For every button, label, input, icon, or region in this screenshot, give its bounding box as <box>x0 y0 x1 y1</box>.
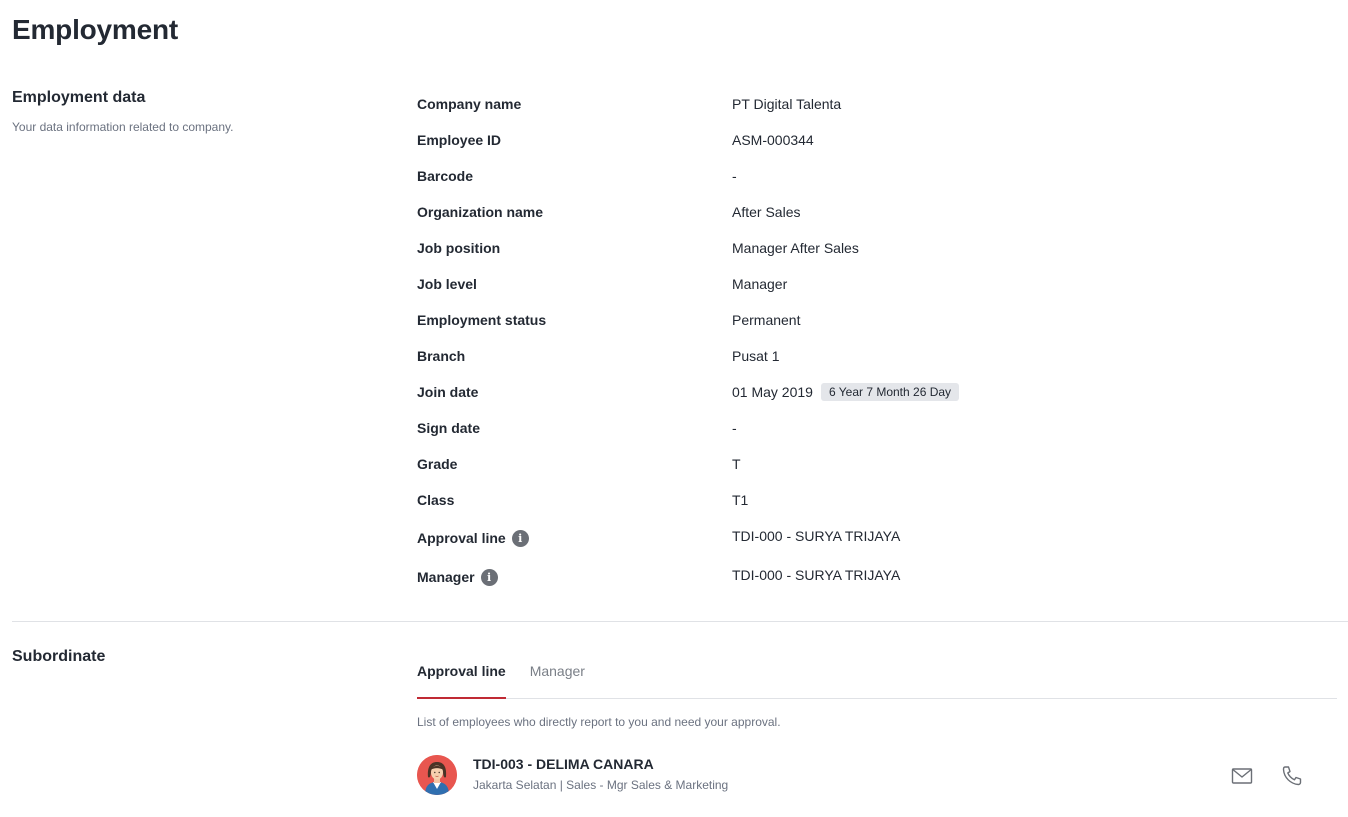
field-value: PT Digital Talenta <box>732 96 842 112</box>
field-label: Employment status <box>417 312 547 328</box>
field-organization-name: Organization name After Sales <box>417 200 1117 224</box>
field-employee-id: Employee ID ASM-000344 <box>417 128 1117 152</box>
field-label: Job position <box>417 240 501 256</box>
phone-icon[interactable] <box>1280 764 1304 788</box>
field-label: Company name <box>417 96 522 112</box>
field-value: Manager After Sales <box>732 240 859 256</box>
field-value: T1 <box>732 492 749 508</box>
field-label: Barcode <box>417 168 474 184</box>
field-employment-status: Employment status Permanent <box>417 308 1117 332</box>
field-value: TDI-000 - SURYA TRIJAYA <box>732 528 901 544</box>
field-label: Branch <box>417 348 466 364</box>
field-label-wrapper: Manager i <box>417 568 732 586</box>
info-icon[interactable]: i <box>480 568 498 586</box>
field-job-position: Job position Manager After Sales <box>417 236 1117 260</box>
field-branch: Branch Pusat 1 <box>417 344 1117 368</box>
subordinate-description: List of employees who directly report to… <box>417 715 781 729</box>
mail-icon[interactable] <box>1230 764 1254 788</box>
page-title: Employment <box>12 14 179 45</box>
field-label: Grade <box>417 456 458 472</box>
field-value-wrapper: 01 May 2019 6 Year 7 Month 26 Day <box>732 383 960 401</box>
field-sign-date: Sign date - <box>417 416 1117 440</box>
field-value: - <box>732 168 737 184</box>
field-label: Manager <box>417 569 475 585</box>
subordinate-tabs: Approval line Manager <box>417 658 1337 699</box>
field-value: - <box>732 420 737 436</box>
field-value: T <box>732 456 741 472</box>
tab-approval-line[interactable]: Approval line <box>417 658 506 699</box>
field-class: Class T1 <box>417 488 1117 512</box>
tab-manager[interactable]: Manager <box>530 658 585 698</box>
info-icon[interactable]: i <box>511 529 529 547</box>
tenure-badge: 6 Year 7 Month 26 Day <box>820 383 960 401</box>
field-barcode: Barcode - <box>417 164 1117 188</box>
field-job-level: Job level Manager <box>417 272 1117 296</box>
field-value: Permanent <box>732 312 801 328</box>
employment-section-description: Your data information related to company… <box>12 120 234 134</box>
section-divider <box>12 621 1348 622</box>
field-label: Employee ID <box>417 132 502 148</box>
field-label: Join date <box>417 384 479 400</box>
field-approval-line: Approval line i TDI-000 - SURYA TRIJAYA <box>417 526 1117 550</box>
subordinate-section-title: Subordinate <box>12 648 106 665</box>
join-date-value: 01 May 2019 <box>732 384 813 400</box>
field-company-name: Company name PT Digital Talenta <box>417 92 1117 116</box>
field-grade: Grade T <box>417 452 1117 476</box>
field-label: Class <box>417 492 455 508</box>
field-value: Pusat 1 <box>732 348 780 364</box>
field-label: Job level <box>417 276 477 292</box>
employment-section-title: Employment data <box>12 89 146 106</box>
field-value: ASM-000344 <box>732 132 814 148</box>
list-item[interactable]: TDI-003 - DELIMA CANARA Jakarta Selatan … <box>417 754 1317 798</box>
employee-name[interactable]: TDI-003 - DELIMA CANARA <box>473 756 654 772</box>
field-value: TDI-000 - SURYA TRIJAYA <box>732 567 901 583</box>
avatar-female-icon <box>417 755 457 795</box>
field-manager: Manager i TDI-000 - SURYA TRIJAYA <box>417 565 1117 589</box>
employee-meta: Jakarta Selatan | Sales - Mgr Sales & Ma… <box>473 778 729 792</box>
field-label-wrapper: Approval line i <box>417 529 732 547</box>
field-value: Manager <box>732 276 788 292</box>
field-label: Sign date <box>417 420 481 436</box>
field-label: Approval line <box>417 530 506 546</box>
field-label: Organization name <box>417 204 544 220</box>
field-join-date: Join date 01 May 2019 6 Year 7 Month 26 … <box>417 380 1117 404</box>
field-value: After Sales <box>732 204 801 220</box>
